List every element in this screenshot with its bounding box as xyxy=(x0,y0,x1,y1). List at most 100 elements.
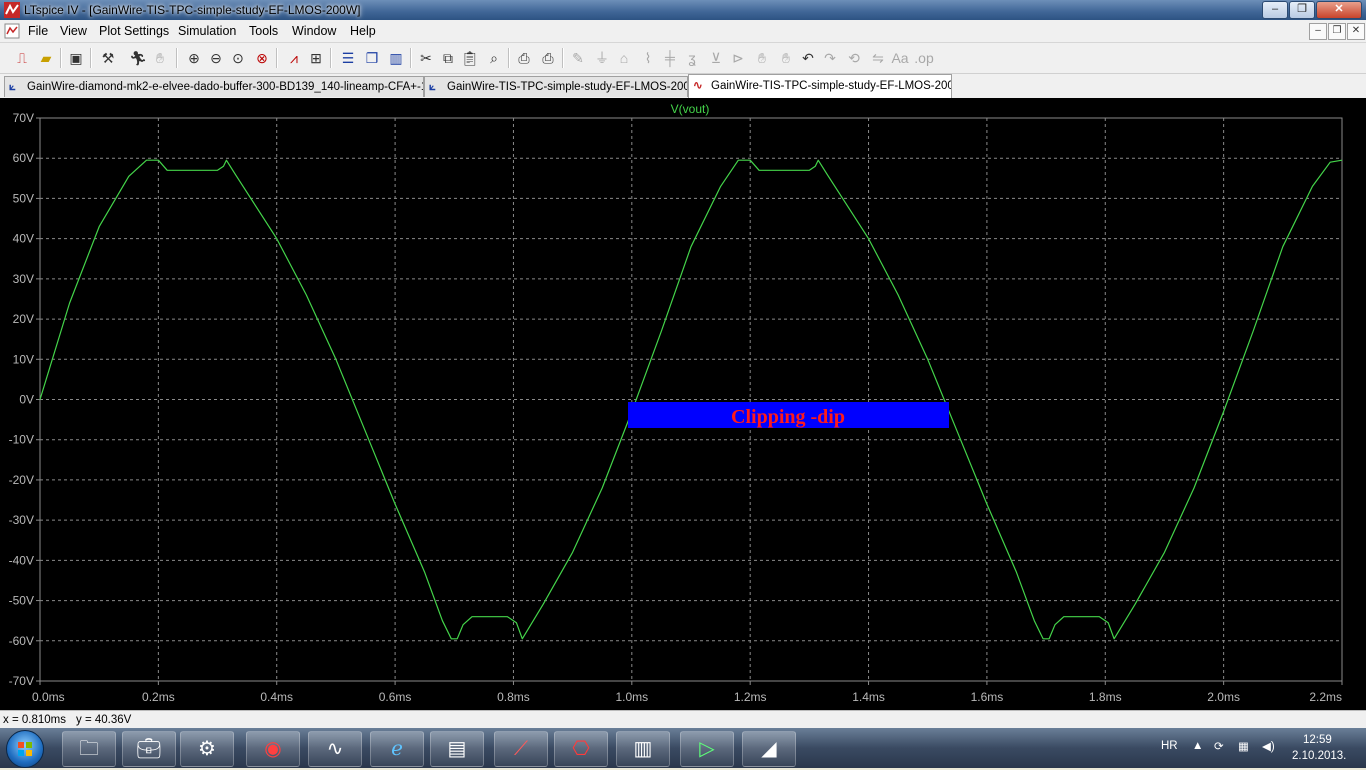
waveform-plot-pane[interactable]: 70V 60V 50V 40V 30V 20V 10V 0V -10V -20V -30V -40V -… xyxy=(0,98,1366,710)
schematic-icon: ⟀ xyxy=(9,81,16,93)
restore-button[interactable]: ❐ xyxy=(1289,1,1315,19)
y-tick-label: 40V xyxy=(13,232,34,246)
plot-grid xyxy=(36,117,1343,685)
mdi-close-button[interactable]: ✕ xyxy=(1347,23,1365,40)
y-tick-label: -40V xyxy=(9,553,34,567)
ltspice-icon[interactable]: ⟋ xyxy=(494,731,548,767)
briefcase-icon[interactable]: 💼︎ xyxy=(122,731,176,767)
manual-limits-icon[interactable]: ⊞ xyxy=(306,48,326,68)
run-icon[interactable]: 🏃︎ xyxy=(128,48,148,68)
component-icon[interactable]: ⊳ xyxy=(728,48,748,68)
menu-help[interactable]: Help xyxy=(350,24,376,38)
ground-icon[interactable]: ⏚ xyxy=(592,48,612,68)
close-button[interactable]: ✕ xyxy=(1316,1,1362,19)
tray-expand-icon[interactable]: ▲ xyxy=(1192,740,1203,752)
tab-schematic-diamond[interactable]: ⟀ GainWire-diamond-mk2-e-elvee-dado-buffe… xyxy=(4,76,424,97)
window-title: LTspice IV - [GainWire-TIS-TPC-simple-st… xyxy=(24,3,361,17)
y-tick-label: 0V xyxy=(19,393,34,407)
cascade-icon[interactable]: ❐ xyxy=(362,48,382,68)
x-tick-label: 1.2ms xyxy=(734,690,767,704)
mdi-minimize-button[interactable]: – xyxy=(1309,23,1327,40)
move-icon[interactable]: ✋︎ xyxy=(752,48,772,68)
title-bar: LTspice IV - [GainWire-TIS-TPC-simple-st… xyxy=(0,0,1366,20)
acrobat-icon[interactable]: ⎔ xyxy=(554,731,608,767)
zoom-area-icon[interactable]: ⊙ xyxy=(228,48,248,68)
autorange-icon[interactable]: ⩘ xyxy=(284,48,304,68)
rotate-icon[interactable]: ⟲ xyxy=(844,48,864,68)
minimize-button[interactable]: – xyxy=(1262,1,1288,19)
sync-icon[interactable]: ⟳ xyxy=(1214,739,1224,753)
tab-label: GainWire-TIS-TPC-simple-study-EF-LMOS-20… xyxy=(711,80,952,92)
media-icon[interactable]: ⚙ xyxy=(180,731,234,767)
y-tick-label: 50V xyxy=(13,191,34,205)
start-button[interactable] xyxy=(6,730,44,768)
menu-simulation[interactable]: Simulation xyxy=(178,24,236,38)
cut-icon[interactable]: ✂ xyxy=(416,48,436,68)
windows-logo-icon xyxy=(18,742,32,756)
menu-view[interactable]: View xyxy=(60,24,87,38)
tab-schematic-gainwire[interactable]: ⟀ GainWire-TIS-TPC-simple-study-EF-LMOS-2… xyxy=(424,76,688,97)
control-panel-icon[interactable]: ⚒ xyxy=(98,48,118,68)
trend-icon[interactable]: ◉ xyxy=(246,731,300,767)
menu-bar: File View Plot Settings Simulation Tools… xyxy=(0,20,1366,43)
language-indicator[interactable]: HR xyxy=(1161,740,1178,752)
spice-directive-icon[interactable]: .op xyxy=(914,48,934,68)
x-tick-label: 0.6ms xyxy=(379,690,412,704)
inductor-icon[interactable]: ʓ xyxy=(682,48,702,68)
print-icon[interactable]: ⎙ xyxy=(538,48,558,68)
x-tick-label: 2.0ms xyxy=(1207,690,1240,704)
zoom-cancel-icon[interactable]: ⊗ xyxy=(252,48,272,68)
y-axis-ticks: 70V 60V 50V 40V 30V 20V 10V 0V -10V -20V -30V -40V -… xyxy=(9,111,34,688)
redo-icon[interactable]: ↷ xyxy=(820,48,840,68)
trace-label[interactable]: V(vout) xyxy=(671,102,710,116)
drag-icon[interactable]: ✋︎ xyxy=(776,48,796,68)
menu-window[interactable]: Window xyxy=(292,24,336,38)
x-tick-label: 1.0ms xyxy=(615,690,648,704)
capacitor-icon[interactable]: ╪ xyxy=(660,48,680,68)
open-icon[interactable]: ▰ xyxy=(36,48,56,68)
menu-file[interactable]: File xyxy=(28,24,48,38)
ie-icon[interactable]: ℯ xyxy=(370,731,424,767)
diode-icon[interactable]: ⊻ xyxy=(706,48,726,68)
text-icon[interactable]: Aa xyxy=(890,48,910,68)
find-icon[interactable]: ⌕ xyxy=(484,48,504,68)
label-icon[interactable]: ⌂ xyxy=(614,48,634,68)
resistor-icon[interactable]: ⌇ xyxy=(638,48,658,68)
copy-icon[interactable]: ⧉ xyxy=(438,48,458,68)
scope-icon[interactable]: ∿ xyxy=(308,731,362,767)
waveform-chart[interactable]: 70V 60V 50V 40V 30V 20V 10V 0V -10V -20V -30V -40V -… xyxy=(0,98,1366,710)
x-tick-label: 0.0ms xyxy=(32,690,65,704)
menu-plot-settings[interactable]: Plot Settings xyxy=(99,24,169,38)
menu-tools[interactable]: Tools xyxy=(249,24,278,38)
y-tick-label: 30V xyxy=(13,272,34,286)
explorer-icon[interactable]: 🗀 xyxy=(62,731,116,767)
clock-time[interactable]: 12:59 xyxy=(1303,734,1332,746)
print-preview-icon[interactable]: ⎙ xyxy=(514,48,534,68)
halt-icon[interactable]: ✋︎ xyxy=(150,48,170,68)
paste-icon[interactable]: 📋︎ xyxy=(460,48,480,68)
clipping-annotation[interactable]: Clipping -dip xyxy=(628,402,949,428)
new-schematic-icon[interactable]: ⎍ xyxy=(12,48,32,68)
wire-icon[interactable]: ✎ xyxy=(568,48,588,68)
y-tick-label: 70V xyxy=(13,111,34,125)
mirror-icon[interactable]: ⇋ xyxy=(868,48,888,68)
clock-date[interactable]: 2.10.2013. xyxy=(1292,750,1346,762)
opamp-icon[interactable]: ▷ xyxy=(680,731,734,767)
document-app-icon[interactable]: ▥ xyxy=(616,731,670,767)
toolbar: ⎍ ▰ ▣ ⚒ 🏃︎ ✋︎ ⊕ ⊖ ⊙ ⊗ ⩘ ⊞ ☰ ❐ ▥ ✂ ⧉ 📋︎ ⌕… xyxy=(0,43,1366,74)
document-icon[interactable] xyxy=(4,23,20,39)
tab-waveform-gainwire[interactable]: ∿ GainWire-TIS-TPC-simple-study-EF-LMOS-2… xyxy=(688,74,952,98)
network-icon[interactable]: ▦ xyxy=(1238,739,1249,753)
zoom-in-icon[interactable]: ⊕ xyxy=(184,48,204,68)
x-tick-label: 0.4ms xyxy=(260,690,293,704)
notes-icon[interactable]: ◢ xyxy=(742,731,796,767)
volume-icon[interactable]: ◀) xyxy=(1262,739,1275,753)
y-tick-label: 10V xyxy=(13,352,34,366)
tile-vertical-icon[interactable]: ▥ xyxy=(386,48,406,68)
photos-icon[interactable]: ▤ xyxy=(430,731,484,767)
zoom-out-icon[interactable]: ⊖ xyxy=(206,48,226,68)
mdi-restore-button[interactable]: ❐ xyxy=(1328,23,1346,40)
save-icon[interactable]: ▣ xyxy=(66,48,86,68)
undo-icon[interactable]: ↶ xyxy=(798,48,818,68)
tile-horizontal-icon[interactable]: ☰ xyxy=(338,48,358,68)
